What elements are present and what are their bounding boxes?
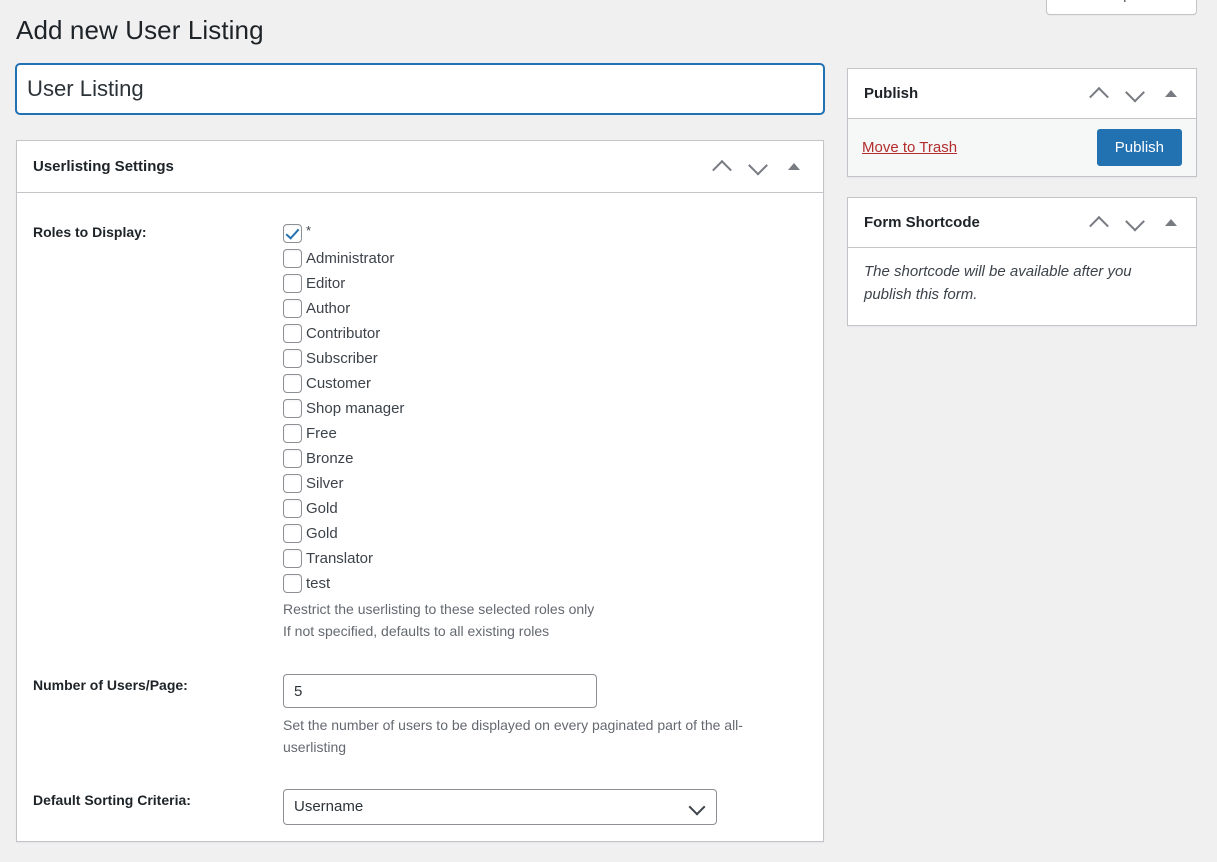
form-shortcode-metabox: Form Shortcode The shortcode will be ava… xyxy=(847,197,1197,326)
sorting-select-wrapper: UsernameFirstnameLastnameEmailRegistrati… xyxy=(283,788,717,825)
users-per-page-description: Set the number of users to be displayed … xyxy=(283,717,743,756)
move-up-icon[interactable] xyxy=(1082,74,1116,114)
publish-metabox: Publish Move to Trash Publish xyxy=(847,68,1197,177)
publish-actions: Move to Trash Publish xyxy=(848,119,1196,176)
role-checkbox-label[interactable]: Free xyxy=(306,426,337,441)
move-up-icon[interactable] xyxy=(705,147,739,187)
role-checkbox[interactable] xyxy=(283,424,302,443)
role-checkbox[interactable] xyxy=(283,299,302,318)
role-checkbox[interactable] xyxy=(283,249,302,268)
role-checkbox-label[interactable]: Silver xyxy=(306,476,344,491)
role-checkbox[interactable] xyxy=(283,224,302,243)
role-checkbox-item: * xyxy=(283,221,807,246)
users-per-page-label: Number of Users/Page: xyxy=(33,677,188,694)
toggle-panel-icon[interactable] xyxy=(1154,74,1188,114)
roles-field: * Administrator Editor Author Contributor Sub… xyxy=(283,221,807,642)
metabox-body: Roles to Display: * Administrator Editor Au… xyxy=(17,193,823,841)
roles-description-line-1: Restrict the userlisting to these select… xyxy=(283,601,595,617)
role-checkbox-item: Customer xyxy=(283,371,807,396)
sorting-label: Default Sorting Criteria: xyxy=(33,791,191,808)
users-per-page-input[interactable] xyxy=(283,674,597,709)
role-checkbox[interactable] xyxy=(283,349,302,368)
role-checkbox-label[interactable]: Author xyxy=(306,301,350,316)
role-checkbox-label[interactable]: Translator xyxy=(306,551,373,566)
role-checkbox-item: Author xyxy=(283,296,807,321)
role-checkbox[interactable] xyxy=(283,374,302,393)
shortcode-metabox-header: Form Shortcode xyxy=(848,198,1196,248)
shortcode-handle-actions xyxy=(1082,203,1188,243)
role-checkbox[interactable] xyxy=(283,524,302,543)
publish-metabox-header: Publish xyxy=(848,69,1196,119)
role-checkbox-label[interactable]: Subscriber xyxy=(306,351,378,366)
form-row-users-per-page: Number of Users/Page: Set the number of … xyxy=(33,642,807,758)
metabox-header: Userlisting Settings xyxy=(17,141,823,193)
shortcode-body: The shortcode will be available after yo… xyxy=(848,248,1196,325)
side-column: Publish Move to Trash Publish Form Short… xyxy=(847,68,1197,346)
shortcode-note: The shortcode will be available after yo… xyxy=(864,263,1132,304)
role-checkbox-label[interactable]: Editor xyxy=(306,276,345,291)
chevron-down-icon: ▼ xyxy=(1172,0,1183,2)
role-checkbox-item: Gold xyxy=(283,521,807,546)
role-checkbox-item: Contributor xyxy=(283,321,807,346)
move-down-icon[interactable] xyxy=(741,147,775,187)
screen-options-label: Screen Options xyxy=(1060,0,1163,7)
role-checkbox-label[interactable]: Contributor xyxy=(306,326,380,341)
userlisting-settings-metabox: Userlisting Settings Roles to Display: *… xyxy=(16,140,824,842)
sorting-field: UsernameFirstnameLastnameEmailRegistrati… xyxy=(283,788,807,825)
role-checkbox[interactable] xyxy=(283,324,302,343)
role-checkbox[interactable] xyxy=(283,499,302,518)
title-field-wrapper xyxy=(16,64,824,114)
sorting-select[interactable]: UsernameFirstnameLastnameEmailRegistrati… xyxy=(283,788,717,825)
shortcode-metabox-title: Form Shortcode xyxy=(864,214,980,231)
screen-options-toggle[interactable]: Screen Options ▼ xyxy=(1045,0,1197,15)
role-checkbox-item: test xyxy=(283,571,807,596)
move-down-icon[interactable] xyxy=(1118,74,1152,114)
role-checkbox-item: Free xyxy=(283,421,807,446)
publish-handle-actions xyxy=(1082,74,1188,114)
publish-button[interactable]: Publish xyxy=(1096,129,1182,166)
role-checkbox[interactable] xyxy=(283,274,302,293)
role-checkbox-item: Translator xyxy=(283,546,807,571)
metabox-handle-actions xyxy=(705,147,811,187)
form-row-sorting: Default Sorting Criteria: UsernameFirstn… xyxy=(33,759,807,825)
move-up-icon[interactable] xyxy=(1082,203,1116,243)
role-checkbox[interactable] xyxy=(283,549,302,568)
role-checkbox[interactable] xyxy=(283,574,302,593)
users-per-page-field: Set the number of users to be displayed … xyxy=(283,674,807,758)
main-column: Userlisting Settings Roles to Display: *… xyxy=(16,64,824,862)
toggle-panel-icon[interactable] xyxy=(777,147,811,187)
role-checkbox-label[interactable]: * xyxy=(306,224,311,237)
role-checkbox-item: Subscriber xyxy=(283,346,807,371)
roles-description-line-2: If not specified, defaults to all existi… xyxy=(283,622,550,639)
role-checkbox[interactable] xyxy=(283,474,302,493)
role-checkbox-label[interactable]: Shop manager xyxy=(306,401,404,416)
move-to-trash-link[interactable]: Move to Trash xyxy=(862,139,957,156)
role-checkbox-label[interactable]: test xyxy=(306,576,330,591)
role-checkbox-item: Bronze xyxy=(283,446,807,471)
role-checkbox-item: Editor xyxy=(283,271,807,296)
role-checkbox[interactable] xyxy=(283,449,302,468)
page-title: Add new User Listing xyxy=(16,15,264,45)
role-checkbox-item: Silver xyxy=(283,471,807,496)
role-checkbox-item: Gold xyxy=(283,496,807,521)
role-checkbox[interactable] xyxy=(283,399,302,418)
roles-checkbox-list: * Administrator Editor Author Contributor Sub… xyxy=(283,221,807,596)
role-checkbox-label[interactable]: Gold xyxy=(306,526,338,541)
role-checkbox-item: Shop manager xyxy=(283,396,807,421)
roles-label: Roles to Display: xyxy=(33,224,147,240)
role-checkbox-label[interactable]: Customer xyxy=(306,376,371,391)
role-checkbox-label[interactable]: Gold xyxy=(306,501,338,516)
role-checkbox-label[interactable]: Administrator xyxy=(306,251,394,266)
publish-metabox-title: Publish xyxy=(864,85,919,102)
move-down-icon[interactable] xyxy=(1118,203,1152,243)
toggle-panel-icon[interactable] xyxy=(1154,203,1188,243)
post-title-input[interactable] xyxy=(16,64,824,114)
role-checkbox-label[interactable]: Bronze xyxy=(306,451,354,466)
metabox-title: Userlisting Settings xyxy=(33,158,174,175)
role-checkbox-item: Administrator xyxy=(283,246,807,271)
form-row-roles: Roles to Display: * Administrator Editor Au… xyxy=(33,205,807,642)
